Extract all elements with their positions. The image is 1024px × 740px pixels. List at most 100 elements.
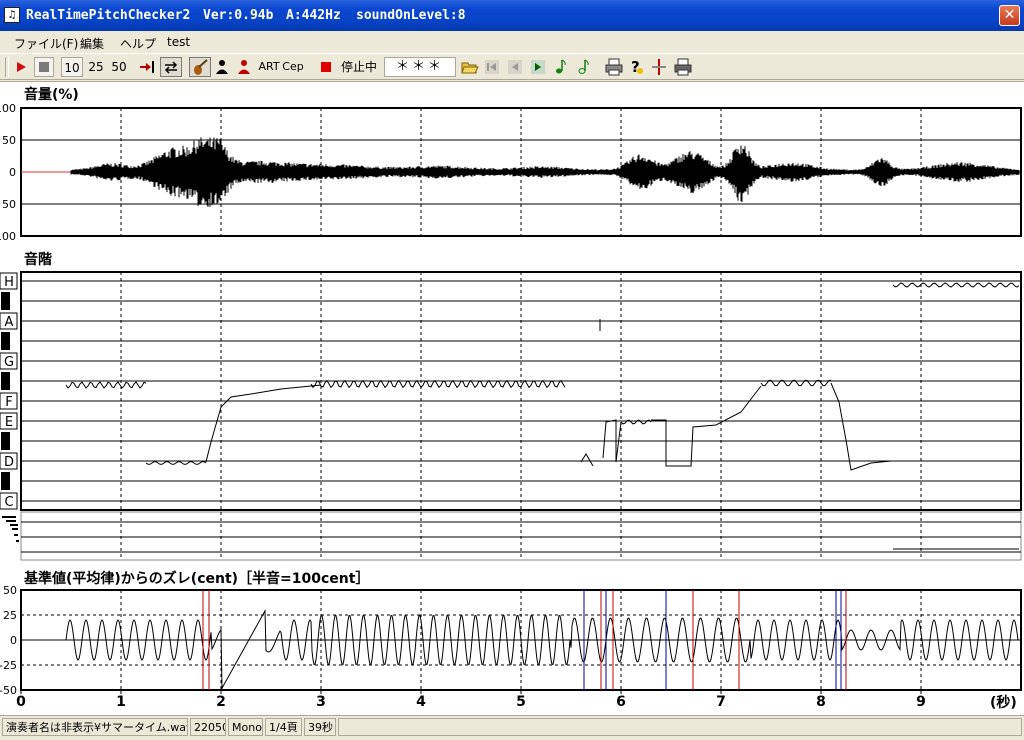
deviation-tick-label: -25	[0, 659, 17, 672]
violin-button[interactable]	[189, 57, 211, 77]
stop-icon	[39, 62, 49, 72]
x-axis-tick-label: 8	[816, 694, 826, 710]
speed-25-button[interactable]: 25	[85, 57, 107, 77]
menu-bar: ファイル(F) 編集 ヘルプ test	[0, 31, 1024, 53]
close-button[interactable]: ✕	[999, 5, 1020, 26]
printer-icon	[605, 58, 623, 76]
music-note-outline-icon	[578, 59, 589, 74]
deviation-panel-title: 基準値(平均律)からのズレ(cent)［半音=100cent］	[24, 570, 369, 587]
help-icon: ?	[631, 58, 643, 76]
skip-to-end-button[interactable]	[137, 57, 157, 77]
piano-black-key	[1, 332, 10, 350]
toolbar-grip	[5, 57, 9, 77]
x-axis-tick-label: 3	[316, 694, 326, 710]
app-version: Ver:0.94b	[203, 8, 274, 23]
violin-icon	[194, 59, 208, 75]
record-button[interactable]	[317, 57, 335, 77]
note-label: E	[5, 415, 13, 430]
note-label: D	[4, 455, 14, 470]
status-bar: 演奏者名は非表示¥サマータイム.wav 22050 Mono 1/4頁 39秒	[0, 716, 1024, 740]
status-sample-rate: 22050	[190, 718, 226, 736]
volume-tick-label: 100	[0, 102, 16, 115]
note-label: H	[4, 275, 14, 290]
note-strip-tick	[12, 528, 18, 530]
x-axis-tick-label: 2	[216, 694, 226, 710]
deviation-tick-label: 0	[10, 634, 17, 647]
x-axis-tick-label: 7	[716, 694, 726, 710]
deviation-tick-label: -50	[0, 684, 17, 697]
sound-on-level: soundOnLevel:8	[356, 8, 466, 23]
person-black-icon	[216, 60, 228, 74]
note-label: G	[4, 355, 14, 370]
play-button[interactable]	[12, 57, 30, 77]
speed-50-button[interactable]: 50	[108, 57, 130, 77]
record-icon	[321, 62, 331, 72]
note-strip-tick	[2, 516, 16, 518]
prev-page-icon	[508, 60, 522, 74]
pitch-panel-title: 音階	[24, 251, 52, 268]
x-axis-tick-label: 9	[916, 694, 926, 710]
note-strip-tick	[6, 520, 16, 522]
graph-layer: 10050050100HAGFEDC50250-25-500123456789	[0, 102, 1022, 710]
menu-help[interactable]: ヘルプ	[120, 35, 156, 52]
note-strip-tick	[14, 534, 18, 536]
status-filename: 演奏者名は非表示¥サマータイム.wav	[2, 718, 188, 736]
x-axis-unit: (秒)	[990, 694, 1017, 711]
status-duration: 39秒	[304, 718, 336, 736]
note-green-button[interactable]	[552, 57, 570, 77]
next-page-button[interactable]	[529, 57, 547, 77]
status-empty	[338, 718, 1022, 736]
stop-button[interactable]	[34, 57, 54, 77]
piano-black-key	[1, 472, 10, 490]
printer-icon	[674, 58, 692, 76]
next-page-icon	[531, 60, 545, 74]
print-button[interactable]	[673, 57, 693, 77]
piano-black-key	[1, 372, 10, 390]
volume-tick-label: 50	[2, 198, 16, 211]
piano-black-key	[1, 432, 10, 450]
deviation-tick-label: 25	[3, 609, 17, 622]
first-page-button[interactable]	[483, 57, 501, 77]
volume-tick-label: 100	[0, 230, 16, 243]
note-strip-tick	[10, 524, 18, 526]
note-strip-tick	[16, 540, 19, 542]
singer-black-button[interactable]	[213, 57, 231, 77]
note-display: ＊＊＊	[384, 57, 456, 77]
cep-button[interactable]: Cep	[282, 57, 304, 77]
deviation-tick-label: 50	[3, 584, 17, 597]
skip-end-icon	[140, 61, 154, 73]
person-red-icon	[238, 60, 250, 74]
piano-black-key	[1, 292, 10, 310]
loop-button[interactable]	[160, 57, 182, 77]
open-file-button[interactable]	[460, 57, 480, 77]
help-button[interactable]: ?	[627, 57, 645, 77]
graph-area: 音量(%) 音階 基準値(平均律)からのズレ(cent)［半音=100cent］…	[0, 81, 1024, 716]
note-label: A	[5, 315, 14, 330]
note-label: C	[4, 495, 13, 510]
record-status: 停止中	[340, 60, 377, 74]
print-preview-button[interactable]	[604, 57, 624, 77]
marker-button[interactable]	[650, 57, 668, 77]
prev-page-button[interactable]	[506, 57, 524, 77]
x-axis-tick-label: 4	[416, 694, 426, 710]
menu-file[interactable]: ファイル(F)	[14, 35, 78, 52]
note-label: F	[5, 395, 12, 410]
app-name: RealTimePitchChecker2	[26, 8, 191, 23]
volume-tick-label: 0	[9, 166, 16, 179]
status-page: 1/4頁	[265, 718, 302, 736]
status-channels: Mono	[228, 718, 263, 736]
tuning-label: A:442Hz	[286, 8, 341, 23]
menu-edit[interactable]: 編集	[80, 35, 104, 52]
speed-10-button[interactable]: 10	[61, 57, 83, 77]
marker-icon	[652, 59, 666, 75]
folder-open-icon	[461, 62, 479, 74]
volume-panel-title: 音量(%)	[24, 86, 79, 103]
x-axis-tick-label: 5	[516, 694, 526, 710]
volume-tick-label: 50	[2, 134, 16, 147]
art-button[interactable]: ART	[258, 57, 280, 77]
note-outline-button[interactable]	[575, 57, 593, 77]
singer-red-button[interactable]	[235, 57, 253, 77]
title-bar: ♫ RealTimePitchChecker2 Ver:0.94b A:442H…	[0, 0, 1024, 31]
menu-test[interactable]: test	[167, 35, 190, 49]
loop-icon	[164, 61, 178, 74]
